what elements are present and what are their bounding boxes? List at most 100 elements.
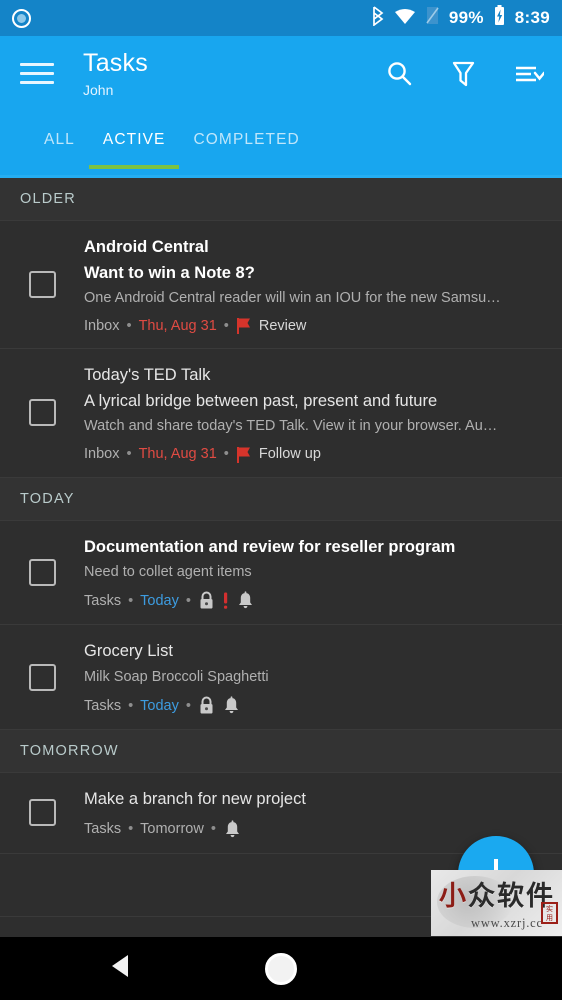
task-tag: Follow up bbox=[258, 446, 321, 463]
task-meta: Tasks • Today • bbox=[84, 696, 542, 715]
add-task-fab[interactable] bbox=[458, 836, 534, 912]
lock-icon bbox=[198, 591, 215, 610]
task-row[interactable]: Documentation and review for reseller pr… bbox=[0, 520, 562, 626]
task-body: Android Central Want to win a Note 8? On… bbox=[84, 235, 546, 335]
tab-completed-label: COMPLETED bbox=[193, 131, 300, 148]
bluetooth-icon bbox=[372, 5, 385, 31]
task-checkbox-wrap bbox=[0, 363, 84, 462]
meta-separator: • bbox=[126, 446, 132, 463]
task-meta: Tasks • Tomorrow • bbox=[84, 820, 542, 839]
task-checkbox[interactable] bbox=[28, 799, 56, 827]
tab-all[interactable]: ALL bbox=[30, 111, 89, 169]
task-body: Today's TED Talk A lyrical bridge betwee… bbox=[84, 363, 546, 463]
task-title: Documentation and review for reseller pr… bbox=[84, 537, 456, 556]
task-due-date: Today bbox=[140, 697, 179, 714]
app-toolbar: Tasks John bbox=[0, 36, 562, 111]
task-checkbox-wrap bbox=[0, 787, 84, 839]
task-list-name: Tasks bbox=[84, 821, 122, 838]
phone-screen: 99% 8:39 Tasks John ALL ACTIVE COMPLETED… bbox=[0, 0, 562, 1000]
back-triangle-icon[interactable] bbox=[108, 952, 134, 985]
lock-icon bbox=[198, 696, 215, 715]
task-note: Milk Soap Broccoli Spaghetti bbox=[84, 668, 269, 685]
section-header-label: TODAY bbox=[20, 490, 75, 507]
reminder-bell-icon bbox=[236, 591, 255, 610]
battery-percent: 99% bbox=[448, 8, 484, 27]
tab-completed[interactable]: COMPLETED bbox=[179, 111, 313, 169]
reminder-bell-icon bbox=[223, 820, 242, 839]
search-icon[interactable] bbox=[386, 60, 413, 87]
meta-separator: • bbox=[128, 821, 134, 838]
toolbar-actions bbox=[386, 60, 544, 88]
flag-icon bbox=[236, 317, 252, 335]
meta-separator: • bbox=[126, 317, 132, 334]
tab-active[interactable]: ACTIVE bbox=[88, 111, 180, 169]
status-bar-right: 99% 8:39 bbox=[372, 5, 550, 31]
wifi-icon bbox=[394, 7, 416, 30]
meta-separator: • bbox=[185, 697, 191, 714]
clock: 8:39 bbox=[514, 8, 550, 27]
watermark-logo-url: www.xzrj.cc bbox=[471, 916, 543, 930]
page-title: Tasks bbox=[83, 48, 148, 77]
no-sim-icon bbox=[425, 6, 440, 30]
section-header-tomorrow: TOMORROW bbox=[0, 730, 562, 774]
task-sender: Today's TED Talk bbox=[84, 366, 211, 385]
task-meta: Inbox • Thu, Aug 31 • Review bbox=[84, 317, 542, 335]
meta-separator: • bbox=[223, 446, 229, 463]
meta-separator: • bbox=[128, 697, 134, 714]
task-body: Documentation and review for reseller pr… bbox=[84, 535, 546, 611]
task-meta: Tasks • Today • bbox=[84, 591, 542, 610]
task-note: One Android Central reader will win an I… bbox=[84, 290, 501, 307]
task-row[interactable]: Android Central Want to win a Note 8? On… bbox=[0, 221, 562, 350]
status-bar: 99% 8:39 bbox=[0, 0, 562, 36]
page-subtitle: John bbox=[83, 81, 114, 98]
task-checkbox-wrap bbox=[0, 639, 84, 715]
section-header-label: TOMORROW bbox=[20, 743, 119, 760]
record-circle-icon bbox=[12, 8, 31, 28]
status-bar-left bbox=[12, 8, 31, 28]
priority-icon bbox=[222, 591, 229, 610]
task-due-date: Thu, Aug 31 bbox=[138, 317, 217, 334]
task-due-date: Today bbox=[140, 592, 179, 609]
task-checkbox[interactable] bbox=[28, 271, 56, 299]
task-tag: Review bbox=[258, 317, 307, 334]
task-row[interactable]: Today's TED Talk A lyrical bridge betwee… bbox=[0, 349, 562, 478]
task-note: Watch and share today's TED Talk. View i… bbox=[84, 418, 498, 435]
task-sender: Android Central bbox=[84, 238, 209, 256]
task-title: Grocery List bbox=[84, 642, 173, 661]
task-checkbox[interactable] bbox=[28, 663, 56, 691]
task-meta: Inbox • Thu, Aug 31 • Follow up bbox=[84, 446, 542, 463]
task-title: A lyrical bridge between past, present a… bbox=[84, 391, 438, 410]
task-list: KKX小翼 www.kkx.net OLDER Android Central … bbox=[0, 178, 562, 917]
task-list-name: Inbox bbox=[84, 446, 120, 463]
task-body: Make a branch for new project Tasks • To… bbox=[84, 787, 546, 839]
task-list-name: Tasks bbox=[84, 592, 122, 609]
task-checkbox[interactable] bbox=[28, 399, 56, 427]
task-list-name: Inbox bbox=[84, 317, 120, 334]
task-row[interactable]: Grocery List Milk Soap Broccoli Spaghett… bbox=[0, 625, 562, 731]
tab-active-label: ACTIVE bbox=[102, 131, 166, 148]
meta-separator: • bbox=[185, 592, 191, 609]
home-circle-icon[interactable] bbox=[265, 952, 297, 985]
plus-icon-vertical bbox=[494, 859, 498, 889]
hamburger-menu-icon[interactable] bbox=[20, 63, 54, 84]
section-header-today: TODAY bbox=[0, 477, 562, 521]
android-nav-bar bbox=[0, 937, 562, 1000]
task-checkbox-wrap bbox=[0, 235, 84, 334]
sort-icon[interactable] bbox=[514, 63, 544, 85]
task-checkbox[interactable] bbox=[28, 559, 56, 586]
filter-icon[interactable] bbox=[451, 60, 476, 88]
toolbar-titles: Tasks John bbox=[83, 48, 148, 98]
task-note: Need to collet agent items bbox=[84, 564, 252, 581]
tab-all-label: ALL bbox=[44, 131, 75, 148]
task-due-date: Tomorrow bbox=[140, 821, 204, 838]
task-due-date: Thu, Aug 31 bbox=[138, 446, 217, 463]
flag-icon bbox=[236, 446, 252, 463]
task-title: Make a branch for new project bbox=[84, 790, 306, 809]
task-body: Grocery List Milk Soap Broccoli Spaghett… bbox=[84, 639, 546, 715]
tab-active-indicator bbox=[88, 165, 180, 169]
battery-charging-icon bbox=[493, 5, 506, 31]
section-header-older: OLDER bbox=[0, 178, 562, 221]
meta-separator: • bbox=[210, 821, 216, 838]
task-checkbox-wrap bbox=[0, 535, 84, 611]
tab-bar: ALL ACTIVE COMPLETED bbox=[0, 111, 562, 178]
